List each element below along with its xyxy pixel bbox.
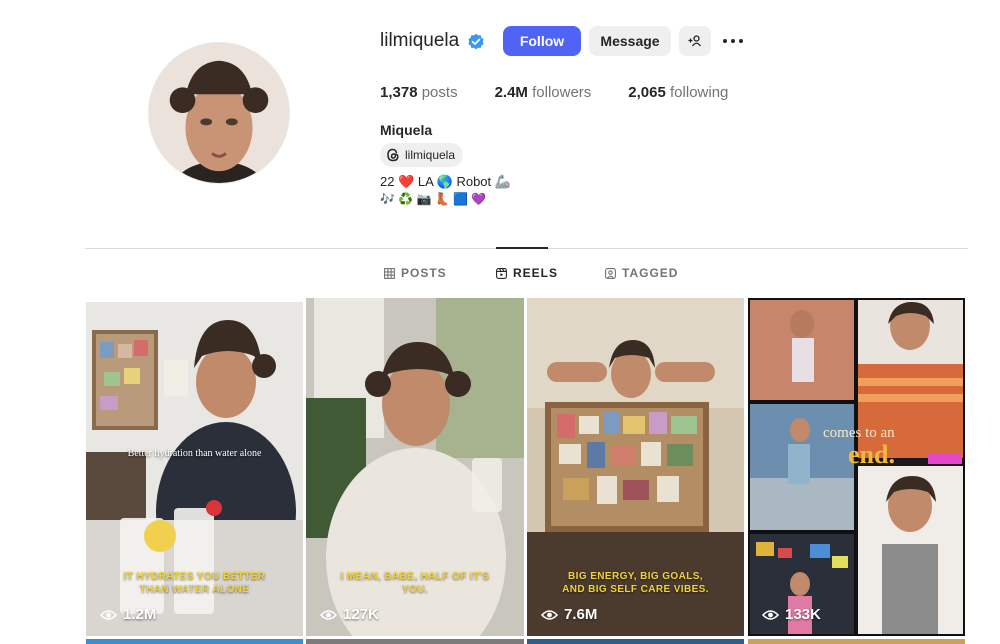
more-options-button[interactable] <box>720 26 746 56</box>
profile-username: lilmiquela <box>380 30 460 51</box>
reel-thumbnail[interactable]: Better hydration than water alone IT HYD… <box>86 302 303 636</box>
profile-full-name: Miquela <box>380 122 433 138</box>
eye-icon <box>762 609 779 620</box>
tab-posts[interactable]: POSTS <box>384 266 447 280</box>
reel-view-count: 127K <box>320 606 379 623</box>
reel-caption-line: THAN WATER ALONE <box>139 584 250 595</box>
profile-avatar[interactable] <box>148 42 290 184</box>
eye-icon <box>320 609 337 620</box>
reel-caption-line: BIG ENERGY, BIG GOALS, <box>568 571 703 582</box>
suggest-accounts-button[interactable] <box>679 26 711 56</box>
reel-thumbnail-next-row[interactable] <box>527 639 744 644</box>
posts-count: 1,378 posts <box>380 84 458 101</box>
eye-icon <box>541 609 558 620</box>
reel-thumbnail-next-row[interactable] <box>748 639 965 644</box>
bio-line-1: 22 ❤️ LA 🌎 Robot 🦾 <box>380 174 511 189</box>
followers-count[interactable]: 2.4M followers <box>495 84 592 102</box>
reels-icon <box>496 267 507 279</box>
reel-thumbnail[interactable]: I MEAN, BABE, HALF OF IT'S YOU. 127K <box>306 298 524 636</box>
reel-thumbnail[interactable]: BIG ENERGY, BIG GOALS, AND BIG SELF CARE… <box>527 298 744 636</box>
reel-thumbnail-next-row[interactable] <box>86 639 303 644</box>
more-options-icon <box>723 39 743 43</box>
profile-stats: 1,378 posts 2.4M followers 2,065 followi… <box>380 84 765 102</box>
threads-handle: lilmiquela <box>405 148 456 162</box>
tab-reels[interactable]: REELS <box>496 266 558 280</box>
message-button[interactable]: Message <box>589 26 671 56</box>
reel-overlay-text: Better hydration than water alone <box>127 448 262 459</box>
eye-icon <box>100 609 117 620</box>
active-tab-indicator <box>496 247 548 249</box>
reel-thumbnail-next-row[interactable] <box>306 639 524 644</box>
reel-view-count: 7.6M <box>541 606 597 623</box>
reel-caption-line: IT HYDRATES YOU BETTER <box>123 571 266 582</box>
reel-thumbnail[interactable]: comes to an end. 133K <box>748 298 965 636</box>
reel-view-count: 133K <box>762 606 821 623</box>
verified-badge-icon <box>468 33 484 50</box>
following-count[interactable]: 2,065 following <box>628 84 728 102</box>
reel-caption-line: I MEAN, BABE, HALF OF IT'S <box>340 571 490 582</box>
reel-overlay-text: end. <box>848 440 895 469</box>
add-user-icon <box>688 35 702 47</box>
tagged-icon <box>605 267 616 279</box>
threads-icon <box>387 148 399 162</box>
reel-view-count: 1.2M <box>100 606 156 623</box>
follow-button[interactable]: Follow <box>503 26 581 56</box>
tab-tagged[interactable]: TAGGED <box>605 266 678 280</box>
reel-caption-line: YOU. <box>401 584 429 595</box>
bio-line-2: 🎶 ♻️ 📷 👢 🟦 💜 <box>380 192 487 206</box>
threads-link[interactable]: lilmiquela <box>380 143 464 167</box>
reel-caption-line: AND BIG SELF CARE VIBES. <box>562 584 709 595</box>
grid-icon <box>384 267 395 279</box>
avatar-image <box>149 43 289 183</box>
